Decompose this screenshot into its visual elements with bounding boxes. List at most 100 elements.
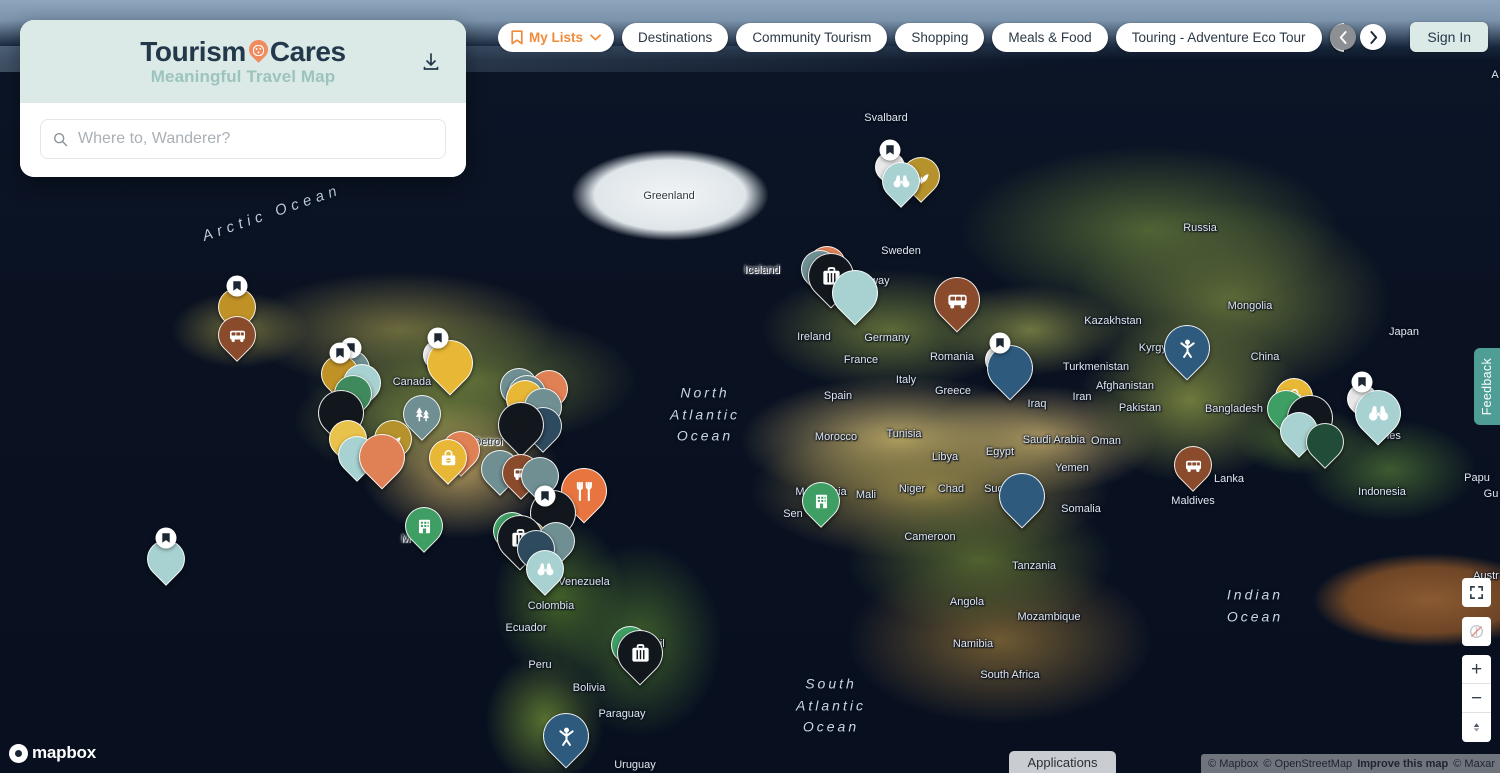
celebrate-icon <box>1176 337 1199 360</box>
search-input[interactable] <box>78 130 433 148</box>
fullscreen-control <box>1462 578 1491 607</box>
category-chip-scroller[interactable]: My Lists Destinations Community Tourism Sh… <box>498 22 1344 52</box>
binoculars-icon <box>892 172 911 191</box>
mapbox-wordmark: mapbox <box>32 743 96 763</box>
zoom-out-label: − <box>1471 689 1482 708</box>
brand-header: Tourism Cares Meaningful Travel Map <box>20 20 466 103</box>
map-cluster-marker[interactable]: 2 <box>999 473 1045 533</box>
category-chip-label: Shopping <box>911 30 968 45</box>
marker-icon <box>429 439 467 477</box>
fullscreen-icon <box>1469 585 1484 600</box>
marker-icon <box>617 630 663 676</box>
saved-list-badge[interactable] <box>330 343 351 364</box>
celebrate-icon <box>555 725 578 748</box>
category-chip[interactable]: Meals & Food <box>992 23 1107 52</box>
saved-list-badge[interactable] <box>227 276 248 297</box>
map-cluster-marker[interactable]: 2 <box>832 270 878 330</box>
saved-list-badge[interactable] <box>156 528 177 549</box>
map-place-marker[interactable] <box>1174 446 1212 496</box>
map-place-marker[interactable] <box>405 507 443 557</box>
saved-list-badge[interactable] <box>1352 372 1373 393</box>
map-cluster-marker[interactable]: 2 <box>359 434 405 494</box>
attribution-link[interactable]: © OpenStreetMap <box>1263 758 1352 770</box>
map-place-marker[interactable] <box>218 316 256 366</box>
map-cluster-marker[interactable]: 12 <box>987 345 1033 405</box>
saved-list-badge[interactable] <box>990 333 1011 354</box>
bookmark-icon <box>996 338 1005 349</box>
my-lists-button[interactable]: My Lists <box>498 23 614 52</box>
feedback-tab[interactable]: Feedback <box>1474 348 1500 425</box>
marker-icon <box>1355 390 1401 436</box>
scroll-prev-button[interactable] <box>1330 24 1356 50</box>
marker-icon <box>802 482 840 520</box>
saved-list-badge[interactable] <box>428 328 449 349</box>
compass-button[interactable] <box>1462 617 1491 646</box>
map-place-marker[interactable] <box>1164 325 1210 385</box>
map-place-marker[interactable] <box>526 550 564 600</box>
bookmark-icon <box>233 281 242 292</box>
bus-icon <box>1184 456 1203 475</box>
zoom-out-button[interactable]: − <box>1462 684 1491 713</box>
map-pin-logo-icon <box>247 39 269 65</box>
taskbar-applications-button[interactable]: Applications <box>1009 751 1116 773</box>
hotel-icon <box>812 492 831 511</box>
saved-list-badge[interactable] <box>880 140 901 161</box>
attribution-link[interactable]: © Mapbox <box>1208 758 1258 770</box>
category-nav: My Lists Destinations Community Tourism Sh… <box>498 22 1488 52</box>
map-place-marker[interactable] <box>1355 390 1401 450</box>
map-place-marker[interactable] <box>802 482 840 532</box>
logo-word-tourism: Tourism <box>140 38 246 66</box>
search-box[interactable] <box>40 119 446 159</box>
chevron-down-icon <box>590 34 601 41</box>
zoom-in-label: + <box>1471 660 1482 679</box>
download-icon <box>421 52 441 72</box>
marker-icon <box>934 277 980 323</box>
zoom-control: + − <box>1462 655 1491 742</box>
map-cluster-marker[interactable]: 2 <box>427 340 473 400</box>
category-chip-label: Destinations <box>638 30 712 45</box>
map-place-marker[interactable] <box>617 630 663 690</box>
bookmark-icon <box>434 333 443 344</box>
saved-list-badge[interactable] <box>535 486 556 507</box>
scroll-next-button[interactable] <box>1360 24 1386 50</box>
bookmark-icon <box>162 533 171 544</box>
marker-icon <box>882 162 920 200</box>
marker-count: 2 <box>359 434 405 480</box>
map-place-marker[interactable] <box>429 439 467 489</box>
zoom-in-button[interactable]: + <box>1462 655 1491 684</box>
marker-count: 2 <box>999 473 1045 519</box>
download-button[interactable] <box>418 49 444 75</box>
chevron-left-icon <box>1339 31 1348 44</box>
suitcase-icon <box>629 642 652 665</box>
category-chip-label: Meals & Food <box>1008 30 1091 45</box>
marker-icon <box>218 316 256 354</box>
category-chip[interactable]: Community Tourism <box>736 23 887 52</box>
attribution-link[interactable]: Improve this map <box>1357 758 1448 770</box>
marker-icon <box>1164 325 1210 371</box>
bus-icon <box>946 289 969 312</box>
category-chip-list: Destinations Community Tourism Shopping Mea… <box>622 23 1344 52</box>
map-cluster-marker[interactable]: 2 <box>1306 423 1344 473</box>
pitch-reset-button[interactable] <box>1462 713 1491 742</box>
mapbox-logo[interactable]: mapbox <box>9 743 96 763</box>
fullscreen-button[interactable] <box>1462 578 1491 607</box>
sign-in-button[interactable]: Sign In <box>1410 22 1488 52</box>
marker-icon <box>1174 446 1212 484</box>
search-area <box>20 103 466 177</box>
map-place-marker[interactable] <box>543 713 589 773</box>
category-chip[interactable]: Destinations <box>622 23 728 52</box>
logo-word-cares: Cares <box>270 38 346 66</box>
map-place-marker[interactable] <box>934 277 980 337</box>
category-chip[interactable]: Shopping <box>895 23 984 52</box>
logo-wordmark: Tourism Cares <box>140 38 345 66</box>
tourism-cares-logo: Tourism Cares Meaningful Travel Map <box>140 38 345 85</box>
bag-icon <box>439 449 458 468</box>
mapbox-mark-icon <box>9 744 28 763</box>
attribution-link[interactable]: © Maxar <box>1453 758 1495 770</box>
brand-search-panel: Tourism Cares Meaningful Travel Map <box>20 20 466 177</box>
chevron-right-icon <box>1369 31 1378 44</box>
marker-count: 2 <box>832 270 878 316</box>
category-chip[interactable]: Touring - Adventure Eco Tour <box>1116 23 1322 52</box>
map-application: SvalbardGreenlandIcelandSwedenNorwayIrel… <box>0 0 1500 773</box>
map-place-marker[interactable] <box>882 162 920 212</box>
